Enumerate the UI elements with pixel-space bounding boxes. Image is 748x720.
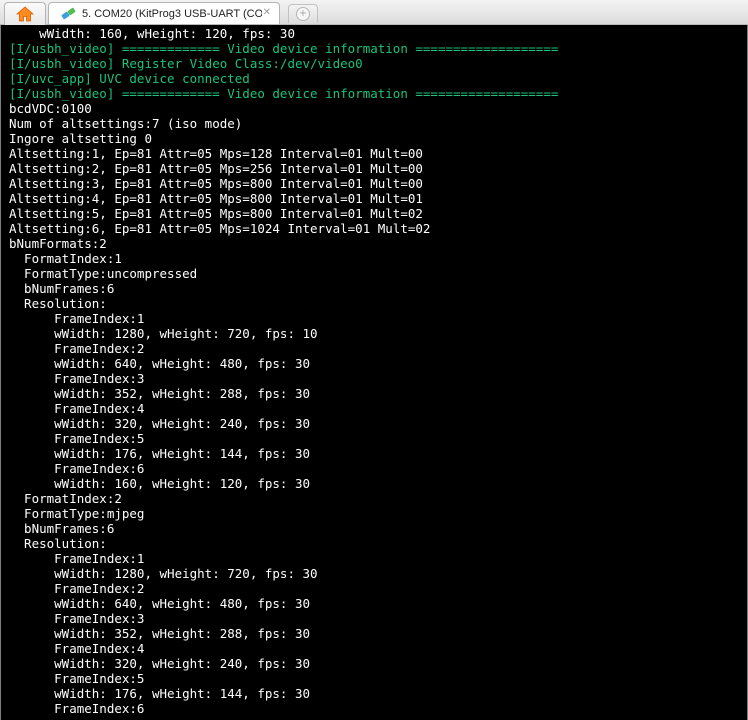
plus-icon: + — [296, 7, 310, 21]
terminal-line: Resolution: — [9, 296, 107, 311]
terminal-line: FormatIndex:1 — [9, 251, 122, 266]
terminal-line: wWidth: 176, wHeight: 144, fps: 30 — [9, 446, 311, 461]
terminal-line: FrameIndex:5 — [9, 671, 145, 686]
terminal-line: wWidth: 176, wHeight: 144, fps: 30 — [9, 686, 311, 701]
terminal-line: Num of altsettings:7 (iso mode) — [9, 116, 243, 131]
home-tab[interactable] — [4, 2, 46, 25]
terminal-line: wWidth: 1280, wHeight: 720, fps: 10 — [9, 326, 318, 341]
terminal-line: Altsetting:4, Ep=81 Attr=05 Mps=800 Inte… — [9, 191, 423, 206]
terminal-line: FormatIndex:2 — [9, 491, 122, 506]
terminal-line: bNumFrames:6 — [9, 281, 115, 296]
terminal-line: Altsetting:6, Ep=81 Attr=05 Mps=1024 Int… — [9, 221, 431, 236]
terminal-line: FrameIndex:3 — [9, 611, 145, 626]
terminal-line: bNumFormats:2 — [9, 236, 107, 251]
terminal-line: FrameIndex:6 — [9, 461, 145, 476]
terminal-output[interactable]: wWidth: 160, wHeight: 120, fps: 30 [I/usb… — [0, 25, 748, 720]
terminal-line: wWidth: 320, wHeight: 240, fps: 30 — [9, 416, 311, 431]
terminal-line: bcdVDC:0100 — [9, 101, 92, 116]
terminal-line: wWidth: 1280, wHeight: 720, fps: 30 — [9, 566, 318, 581]
terminal-line: bNumFrames:6 — [9, 521, 115, 536]
terminal-line: FrameIndex:5 — [9, 431, 145, 446]
session-tab-label: 5. COM20 (KitProg3 USB-UART (CO — [82, 7, 262, 20]
terminal-line: FrameIndex:3 — [9, 371, 145, 386]
terminal-line: [I/uvc_app] UVC device connected — [9, 71, 250, 86]
terminal-line: FrameIndex:4 — [9, 641, 145, 656]
new-tab-button[interactable]: + — [288, 4, 318, 23]
terminal-line: [I/usbh_video] ============= Video devic… — [9, 41, 559, 56]
terminal-line: Resolution: — [9, 536, 107, 551]
terminal-line: FrameIndex:1 — [9, 311, 145, 326]
terminal-line: [I/usbh_video] Register Video Class:/dev… — [9, 56, 363, 71]
session-tab-com20[interactable]: 5. COM20 (KitProg3 USB-UART (CO ✕ — [48, 2, 280, 24]
terminal-line: wWidth: 352, wHeight: 288, fps: 30 — [9, 386, 311, 401]
terminal-line: wWidth: 160, wHeight: 120, fps: 30 — [9, 26, 295, 41]
terminal-line: FrameIndex:2 — [9, 341, 145, 356]
terminal-line: Altsetting:2, Ep=81 Attr=05 Mps=256 Inte… — [9, 161, 423, 176]
terminal-line: wWidth: 352, wHeight: 288, fps: 30 — [9, 626, 311, 641]
terminal-line: FormatType:uncompressed — [9, 266, 198, 281]
terminal-line: FrameIndex:4 — [9, 401, 145, 416]
terminal-line: Altsetting:3, Ep=81 Attr=05 Mps=800 Inte… — [9, 176, 423, 191]
terminal-line: wWidth: 160, wHeight: 120, fps: 30 — [9, 476, 311, 491]
terminal-line: FrameIndex:2 — [9, 581, 145, 596]
terminal-line: FormatType:mjpeg — [9, 506, 145, 521]
serial-plug-icon — [61, 7, 76, 19]
tab-bar: 5. COM20 (KitProg3 USB-UART (CO ✕ + — [0, 0, 748, 25]
terminal-line: FrameIndex:6 — [9, 701, 145, 716]
terminal-line: FrameIndex:1 — [9, 551, 145, 566]
terminal-line: wWidth: 640, wHeight: 480, fps: 30 — [9, 356, 311, 371]
terminal-line: Ingore altsetting 0 — [9, 131, 152, 146]
close-icon[interactable]: ✕ — [263, 7, 271, 18]
terminal-line: Altsetting:1, Ep=81 Attr=05 Mps=128 Inte… — [9, 146, 423, 161]
terminal-line: [I/usbh_video] ============= Video devic… — [9, 86, 559, 101]
terminal-line: wWidth: 640, wHeight: 480, fps: 30 — [9, 596, 311, 611]
home-icon — [16, 6, 34, 22]
terminal-line: Altsetting:5, Ep=81 Attr=05 Mps=800 Inte… — [9, 206, 423, 221]
terminal-line: wWidth: 320, wHeight: 240, fps: 30 — [9, 656, 311, 671]
